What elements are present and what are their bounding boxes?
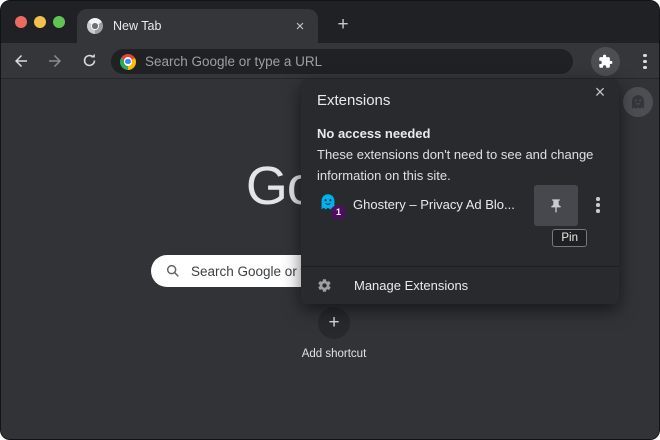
extensions-toolbar-button[interactable] bbox=[591, 47, 620, 76]
zoom-window-button[interactable] bbox=[53, 16, 65, 28]
extension-options-button[interactable] bbox=[585, 191, 611, 219]
add-shortcut-plus-icon[interactable]: + bbox=[318, 307, 350, 339]
search-icon bbox=[165, 263, 181, 279]
profile-avatar[interactable] bbox=[623, 87, 653, 117]
kebab-menu-icon bbox=[596, 197, 600, 213]
ghostery-icon: 1 bbox=[317, 192, 343, 218]
puzzle-icon bbox=[598, 54, 613, 69]
pushpin-icon bbox=[548, 198, 564, 214]
reload-icon bbox=[81, 52, 98, 69]
tab-title: New Tab bbox=[113, 19, 292, 33]
extensions-popup: × Extensions No access needed These exte… bbox=[301, 79, 619, 304]
titlebar: New Tab × + bbox=[1, 1, 659, 43]
forward-button[interactable] bbox=[41, 47, 69, 75]
omnibox[interactable]: Search Google or type a URL bbox=[111, 49, 573, 74]
kebab-menu-icon bbox=[643, 54, 647, 70]
back-arrow-icon bbox=[12, 52, 30, 70]
manage-extensions-label: Manage Extensions bbox=[354, 278, 468, 293]
chrome-favicon-color-icon bbox=[120, 54, 136, 70]
gear-icon bbox=[317, 278, 332, 293]
popup-close-icon[interactable]: × bbox=[591, 82, 609, 103]
new-tab-button[interactable]: + bbox=[331, 13, 355, 37]
tab-new-tab[interactable]: New Tab × bbox=[77, 9, 318, 43]
toolbar: Search Google or type a URL bbox=[1, 43, 659, 79]
browser-menu-button[interactable] bbox=[631, 47, 659, 76]
minimize-window-button[interactable] bbox=[34, 16, 46, 28]
extension-name: Ghostery – Privacy Ad Blo... bbox=[353, 197, 515, 212]
add-shortcut[interactable]: + Add shortcut bbox=[284, 307, 384, 360]
popup-section-body: These extensions don't need to see and c… bbox=[317, 145, 607, 186]
chrome-favicon-gray-icon bbox=[87, 18, 103, 34]
ghost-avatar-icon bbox=[627, 91, 649, 113]
extension-row-ghostery[interactable]: 1 Ghostery – Privacy Ad Blo... bbox=[301, 184, 619, 226]
omnibox-placeholder: Search Google or type a URL bbox=[145, 54, 322, 69]
add-shortcut-label: Add shortcut bbox=[284, 348, 384, 360]
pin-extension-button[interactable] bbox=[534, 185, 578, 226]
forward-arrow-icon bbox=[46, 52, 64, 70]
popup-title: Extensions bbox=[317, 92, 390, 109]
tab-close-icon[interactable]: × bbox=[292, 19, 308, 34]
close-window-button[interactable] bbox=[15, 16, 27, 28]
pin-tooltip: Pin bbox=[552, 229, 587, 247]
manage-extensions-item[interactable]: Manage Extensions bbox=[301, 267, 619, 304]
back-button[interactable] bbox=[7, 47, 35, 75]
reload-button[interactable] bbox=[75, 47, 103, 75]
popup-section-heading: No access needed bbox=[317, 126, 430, 141]
extension-badge: 1 bbox=[332, 206, 345, 219]
browser-window: New Tab × + Search Google or type a URL bbox=[0, 0, 660, 440]
